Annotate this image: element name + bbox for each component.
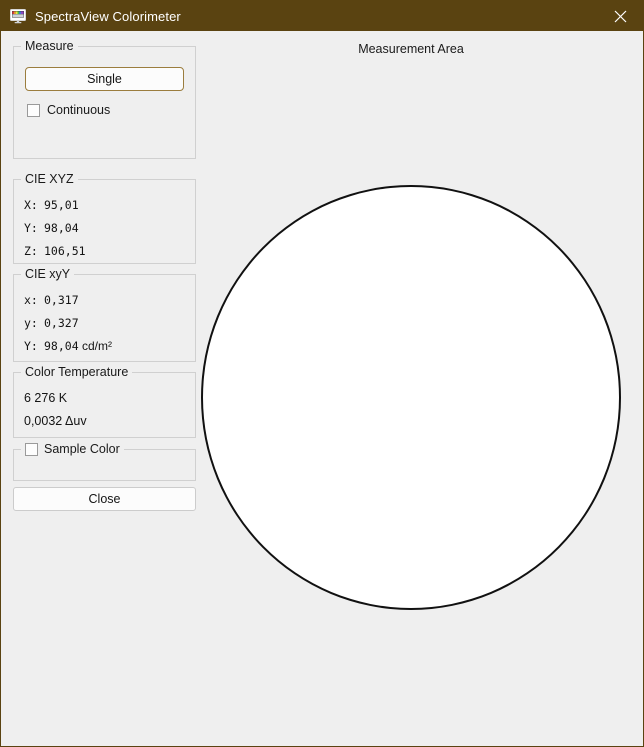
color-temperature-values: 6 276 K 0,0032 Δuv <box>24 387 189 433</box>
cie-xyy-row-label: Y: <box>24 339 38 353</box>
cie-xyy-row: y: 0,327 <box>24 312 189 335</box>
continuous-checkbox[interactable] <box>27 103 40 117</box>
cie-xyy-row-value: 98,04 <box>44 339 79 353</box>
window-title: SpectraView Colorimeter <box>35 8 181 24</box>
sample-color-header[interactable]: Sample Color <box>21 441 124 457</box>
cie-xyz-row-label: Y: <box>24 221 38 235</box>
cie-xyz-row-label: X: <box>24 198 38 212</box>
cie-xyz-row-value: 98,04 <box>44 221 79 235</box>
cie-xyz-row: X: 95,01 <box>24 194 189 217</box>
single-measure-button[interactable]: Single <box>25 67 184 91</box>
cie-xyy-group: CIE xyY x: 0,317 y: 0,327 Y: 98,04 cd/m² <box>13 267 196 362</box>
measure-group-title: Measure <box>21 39 78 54</box>
measure-group: Measure Single Continuous <box>13 39 196 159</box>
measurement-area-label: Measurement Area <box>358 42 464 56</box>
cie-xyz-row: Z: 106,51 <box>24 240 189 263</box>
close-icon[interactable] <box>597 1 643 31</box>
duv-value: 0,0032 Δuv <box>24 414 87 428</box>
cie-xyz-group: CIE XYZ X: 95,01 Y: 98,04 Z: 106,51 <box>13 172 196 264</box>
cie-xyy-row-unit: cd/m² <box>78 339 112 353</box>
cie-xyz-values: X: 95,01 Y: 98,04 Z: 106,51 <box>24 194 189 263</box>
sample-color-label: Sample Color <box>44 442 120 456</box>
continuous-checkbox-row[interactable]: Continuous <box>27 103 110 117</box>
cie-xyz-row: Y: 98,04 <box>24 217 189 240</box>
cie-xyz-group-title: CIE XYZ <box>21 172 78 187</box>
close-button[interactable]: Close <box>13 487 196 511</box>
color-temperature-group: Color Temperature 6 276 K 0,0032 Δuv <box>13 365 196 438</box>
cie-xyy-row-label: x: <box>24 293 38 307</box>
continuous-checkbox-label: Continuous <box>47 103 111 117</box>
monitor-color-icon <box>9 7 27 25</box>
client-area: Measure Single Continuous CIE XYZ X: 95,0… <box>1 31 643 746</box>
measurement-area-circle[interactable] <box>201 185 621 610</box>
application-window: SpectraView Colorimeter Measure Single C… <box>0 0 644 747</box>
cie-xyy-row-label: y: <box>24 316 38 330</box>
cie-xyy-group-title: CIE xyY <box>21 267 75 282</box>
cie-xyy-row-value: 0,327 <box>44 316 79 330</box>
cie-xyy-row: x: 0,317 <box>24 289 189 312</box>
cie-xyy-row: Y: 98,04 cd/m² <box>24 335 189 358</box>
cie-xyy-values: x: 0,317 y: 0,327 Y: 98,04 cd/m² <box>24 289 189 358</box>
cie-xyz-row-label: Z: <box>24 244 38 258</box>
sample-color-checkbox[interactable] <box>25 442 38 456</box>
color-temperature-group-title: Color Temperature <box>21 365 133 380</box>
cie-xyz-row-value: 95,01 <box>44 198 79 212</box>
title-bar: SpectraView Colorimeter <box>1 1 643 31</box>
cie-xyz-row-value: 106,51 <box>44 244 86 258</box>
cct-value: 6 276 K <box>24 391 68 405</box>
sample-color-group: Sample Color <box>13 441 196 481</box>
cie-xyy-row-value: 0,317 <box>44 293 79 307</box>
